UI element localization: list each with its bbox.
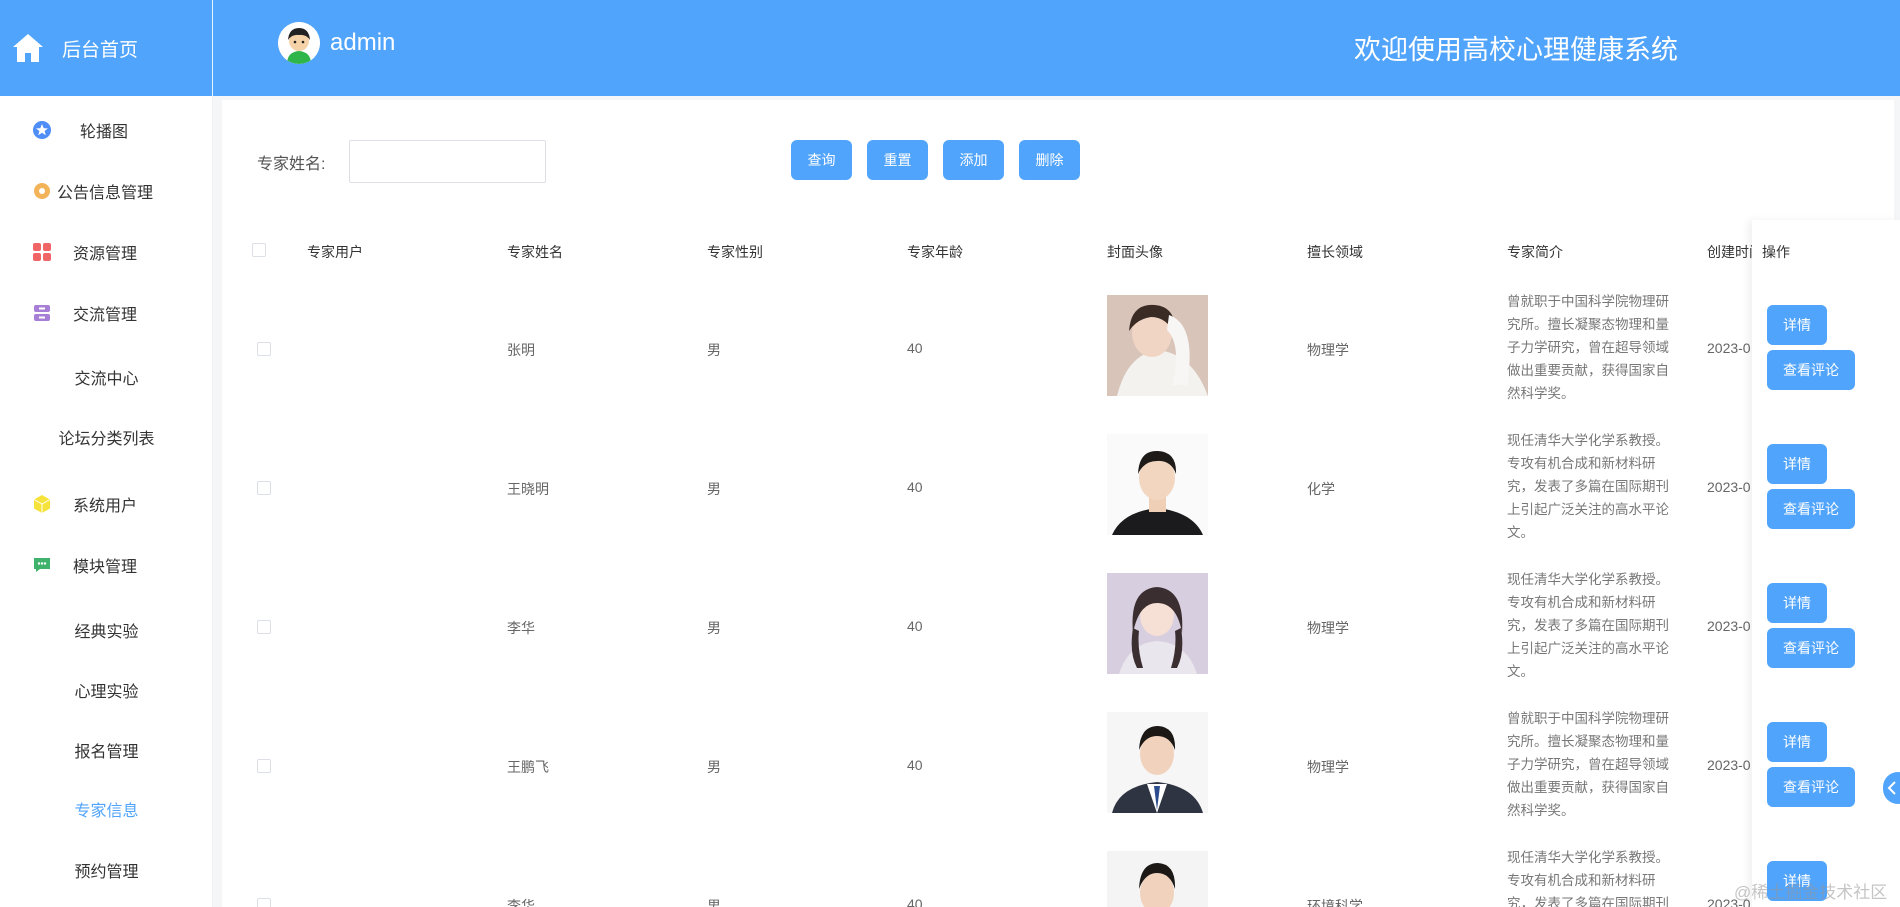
username: admin [330, 29, 396, 56]
sidebar-item-forum-categories[interactable]: 论坛分类列表 [0, 425, 213, 449]
sidebar-item-communication[interactable]: 交流管理 [0, 293, 213, 333]
sidebar-item-label: 交流管理 [73, 307, 138, 324]
search-label: 专家姓名: [257, 156, 326, 173]
sidebar-item-registration[interactable]: 报名管理 [0, 738, 213, 762]
sidebar-item-notice[interactable]: 公告信息管理 [0, 171, 213, 211]
expert-field: 物理学 [1307, 759, 1349, 775]
expert-age: 40 [907, 896, 923, 907]
expert-gender: 男 [707, 342, 721, 358]
expert-created: 2023-0 [1707, 340, 1751, 356]
sidebar-item-carousel[interactable]: 轮播图 [0, 110, 213, 150]
row-checkbox[interactable] [257, 342, 271, 356]
expert-age: 40 [907, 340, 923, 356]
expert-field: 环境科学 [1307, 898, 1363, 907]
watermark: @稀土掘金技术社区 [1734, 883, 1888, 902]
sidebar-item-label: 轮播图 [80, 124, 129, 141]
sidebar-item-label: 资源管理 [73, 246, 138, 263]
expert-gender: 男 [707, 481, 721, 497]
expert-avatar [1107, 573, 1208, 674]
expert-avatar [1107, 851, 1208, 907]
sidebar-item-label: 系统用户 [73, 498, 138, 515]
collapse-tab[interactable] [1883, 772, 1900, 804]
grid-icon [33, 243, 51, 261]
sidebar-item-label: 模块管理 [73, 559, 138, 576]
column-header-gender: 专家性别 [707, 244, 763, 260]
home-icon [13, 34, 43, 62]
view-comments-button[interactable]: 查看评论 [1767, 767, 1855, 807]
sidebar-item-resources[interactable]: 资源管理 [0, 232, 213, 272]
add-button[interactable]: 添加 [943, 140, 1004, 180]
view-comments-button[interactable]: 查看评论 [1767, 489, 1855, 529]
avatar [278, 22, 320, 64]
expert-intro: 曾就职于中国科学院物理研究所。擅长凝聚态物理和量子力学研究，曾在超导领域做出重要… [1507, 711, 1669, 818]
expert-field: 化学 [1307, 481, 1335, 497]
expert-intro: 现任清华大学化学系教授。专攻有机合成和新材料研究，发表了多篇在国际期刊上引起广泛… [1507, 572, 1669, 679]
expert-name: 李华 [507, 620, 535, 636]
column-header-operations: 操作 [1762, 244, 1790, 260]
top-header: 后台首页 admin 欢迎使用高校心理健康系统 [0, 0, 1900, 96]
row-checkbox[interactable] [257, 481, 271, 495]
expert-age: 40 [907, 757, 923, 773]
select-all-checkbox[interactable] [252, 243, 266, 257]
expert-intro: 现任清华大学化学系教授。专攻有机合成和新材料研究，发表了多篇在国际期刊上引起广泛… [1507, 850, 1669, 907]
column-header-age: 专家年龄 [907, 244, 963, 260]
expert-field: 物理学 [1307, 342, 1349, 358]
expert-gender: 男 [707, 620, 721, 636]
expert-name: 王晓明 [507, 481, 549, 497]
expert-avatar [1107, 712, 1208, 813]
expert-avatar [1107, 434, 1208, 535]
detail-button[interactable]: 详情 [1767, 722, 1827, 762]
detail-button[interactable]: 详情 [1767, 305, 1827, 345]
home-link[interactable]: 后台首页 [0, 0, 213, 96]
cube-icon [33, 495, 51, 513]
archive-icon [34, 305, 50, 321]
delete-button[interactable]: 删除 [1019, 140, 1080, 180]
gear-icon [34, 183, 50, 199]
row-checkbox[interactable] [257, 620, 271, 634]
expert-name: 李华 [507, 898, 535, 907]
expert-intro: 现任清华大学化学系教授。专攻有机合成和新材料研究，发表了多篇在国际期刊上引起广泛… [1507, 433, 1669, 540]
sidebar-item-system-users[interactable]: 系统用户 [0, 484, 213, 524]
expert-intro: 曾就职于中国科学院物理研究所。擅长凝聚态物理和量子力学研究，曾在超导领域做出重要… [1507, 294, 1669, 401]
view-comments-button[interactable]: 查看评论 [1767, 628, 1855, 668]
column-header-created: 创建时间 [1707, 244, 1752, 260]
view-comments-button[interactable]: 查看评论 [1767, 350, 1855, 390]
detail-button[interactable]: 详情 [1767, 444, 1827, 484]
expert-name: 张明 [507, 342, 535, 358]
chat-icon [34, 558, 50, 572]
query-button[interactable]: 查询 [791, 140, 852, 180]
expert-gender: 男 [707, 759, 721, 775]
column-header-avatar: 封面头像 [1107, 244, 1163, 260]
expert-age: 40 [907, 479, 923, 495]
sidebar-item-label: 公告信息管理 [57, 185, 154, 202]
column-header-user: 专家用户 [307, 244, 363, 260]
home-label: 后台首页 [62, 39, 139, 61]
expert-gender: 男 [707, 898, 721, 907]
column-header-field: 擅长领域 [1307, 244, 1363, 260]
expert-created: 2023-0 [1707, 757, 1751, 773]
expert-avatar [1107, 295, 1208, 396]
sidebar-item-exchange-center[interactable]: 交流中心 [0, 365, 213, 389]
reset-button[interactable]: 重置 [867, 140, 928, 180]
column-header-name: 专家姓名 [507, 244, 563, 260]
expert-created: 2023-0 [1707, 479, 1751, 495]
expert-field: 物理学 [1307, 620, 1349, 636]
user-menu[interactable]: admin [278, 22, 395, 64]
sidebar-item-experts[interactable]: 专家信息 [0, 797, 213, 821]
expert-name: 王鹏飞 [507, 759, 549, 775]
welcome-title: 欢迎使用高校心理健康系统 [1354, 35, 1678, 65]
sidebar-item-appointments[interactable]: 预约管理 [0, 858, 213, 882]
star-icon [33, 121, 51, 139]
sidebar-item-psych-experiments[interactable]: 心理实验 [0, 678, 213, 702]
row-checkbox[interactable] [257, 759, 271, 773]
expert-created: 2023-0 [1707, 618, 1751, 634]
sidebar-item-classic-experiments[interactable]: 经典实验 [0, 618, 213, 642]
sidebar-item-modules[interactable]: 模块管理 [0, 545, 213, 585]
chevron-left-icon [1887, 781, 1896, 795]
detail-button[interactable]: 详情 [1767, 583, 1827, 623]
row-checkbox[interactable] [257, 898, 271, 907]
column-header-intro: 专家简介 [1507, 244, 1563, 260]
expert-name-input[interactable] [349, 140, 546, 183]
expert-age: 40 [907, 618, 923, 634]
